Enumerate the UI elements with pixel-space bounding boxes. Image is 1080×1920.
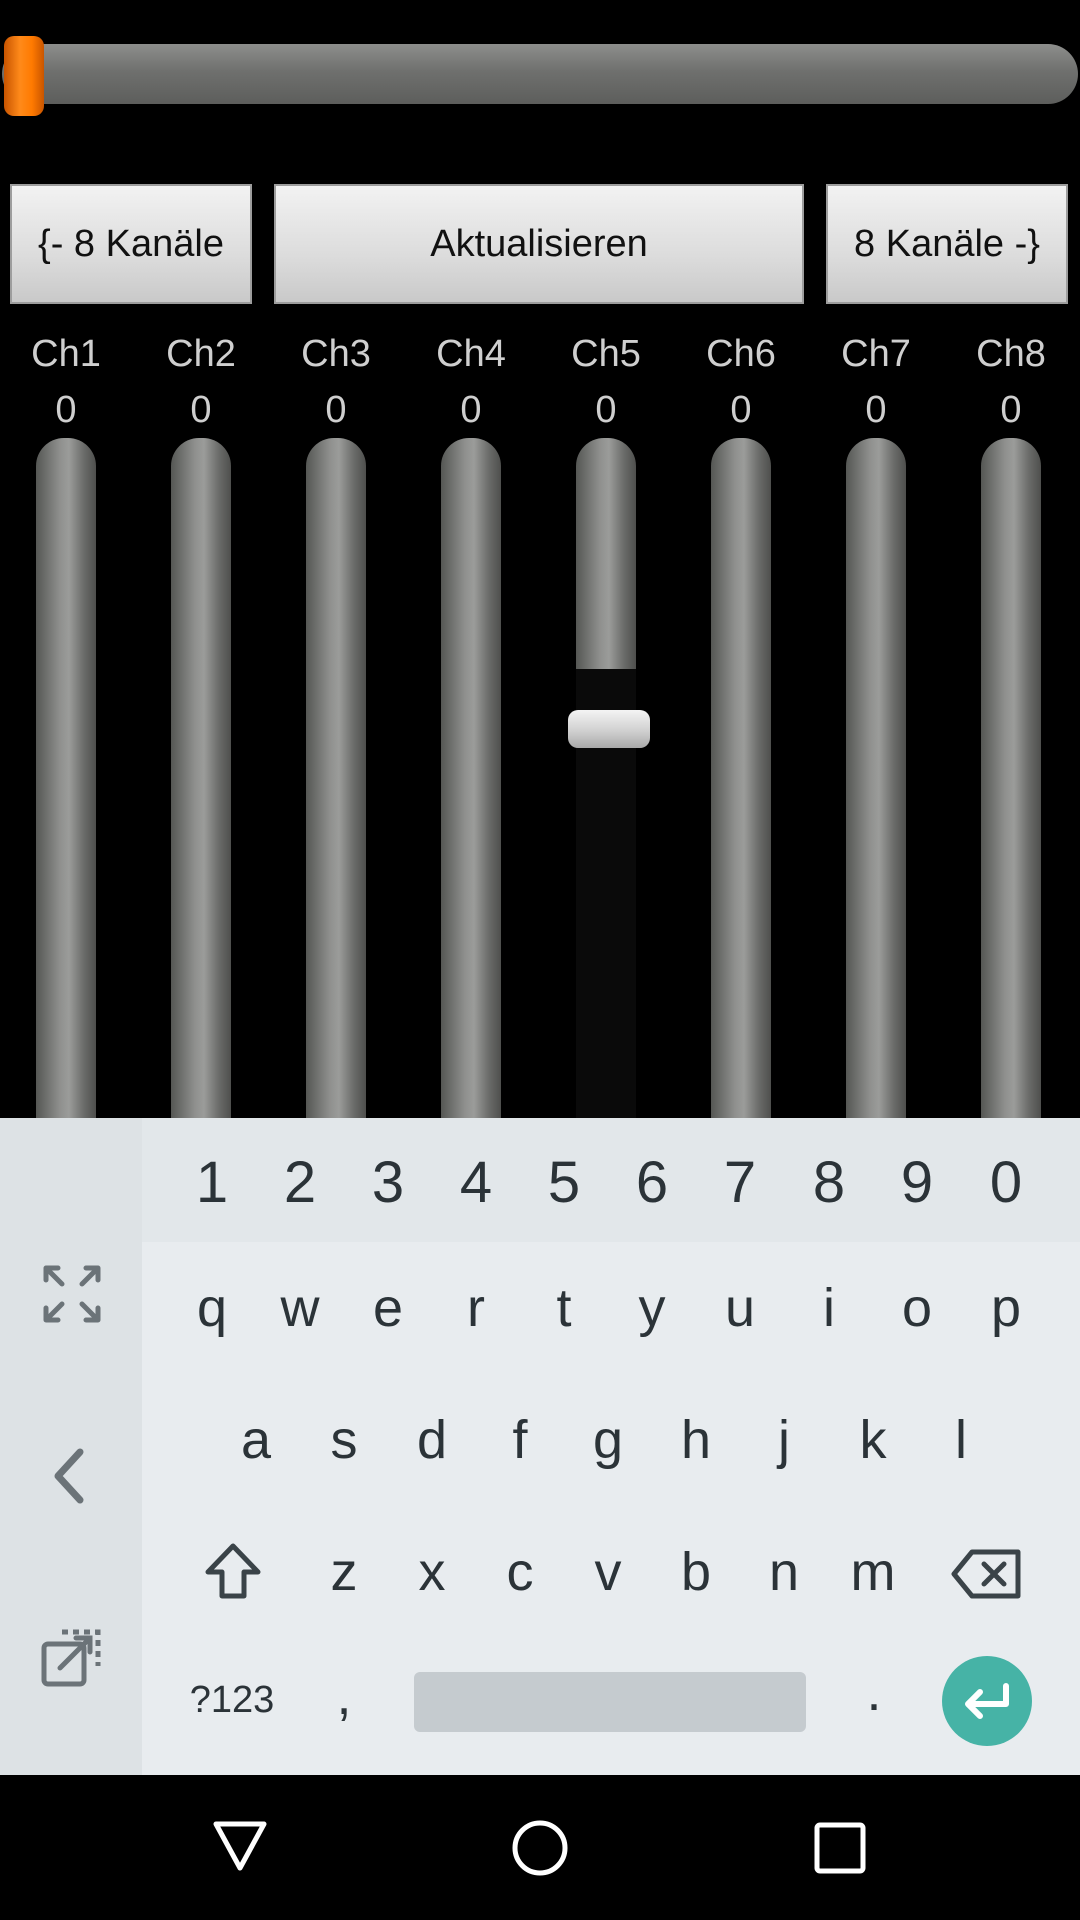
space-bar[interactable] bbox=[414, 1672, 806, 1732]
key-r[interactable]: r bbox=[436, 1268, 516, 1348]
channel-name: Ch4 bbox=[436, 333, 506, 375]
key-2[interactable]: 2 bbox=[260, 1143, 340, 1223]
key-m[interactable]: m bbox=[833, 1532, 913, 1612]
refresh-button[interactable]: Aktualisieren bbox=[274, 184, 804, 304]
channel-8: Ch8 0 bbox=[961, 326, 1061, 438]
key-c[interactable]: c bbox=[480, 1532, 560, 1612]
key-j[interactable]: j bbox=[744, 1400, 824, 1480]
key-i[interactable]: i bbox=[789, 1268, 869, 1348]
channel-4-slider[interactable] bbox=[441, 438, 501, 1118]
key-t[interactable]: t bbox=[524, 1268, 604, 1348]
channel-3: Ch3 0 bbox=[286, 326, 386, 438]
key-u[interactable]: u bbox=[700, 1268, 780, 1348]
channel-value: 0 bbox=[1000, 389, 1022, 431]
key-9[interactable]: 9 bbox=[877, 1143, 957, 1223]
channel-name: Ch2 bbox=[166, 333, 236, 375]
channel-value: 0 bbox=[55, 389, 77, 431]
enter-icon bbox=[965, 1683, 1009, 1719]
key-v[interactable]: v bbox=[568, 1532, 648, 1612]
channel-value: 0 bbox=[460, 389, 482, 431]
key-g[interactable]: g bbox=[568, 1400, 648, 1480]
key-n[interactable]: n bbox=[744, 1532, 824, 1612]
channel-2: Ch2 0 bbox=[151, 326, 251, 438]
key-h[interactable]: h bbox=[656, 1400, 736, 1480]
channel-1: Ch1 0 bbox=[16, 326, 116, 438]
key-b[interactable]: b bbox=[656, 1532, 736, 1612]
key-y[interactable]: y bbox=[612, 1268, 692, 1348]
channel-value: 0 bbox=[325, 389, 347, 431]
key-8[interactable]: 8 bbox=[789, 1143, 869, 1223]
channel-name: Ch3 bbox=[301, 333, 371, 375]
channel-5-slider[interactable] bbox=[576, 438, 636, 1118]
key-z[interactable]: z bbox=[304, 1532, 384, 1612]
chevron-left-icon[interactable] bbox=[40, 1444, 104, 1508]
channel-name: Ch8 bbox=[976, 333, 1046, 375]
key-e[interactable]: e bbox=[348, 1268, 428, 1348]
channel-5-slider-thumb[interactable] bbox=[568, 710, 650, 748]
shift-icon[interactable] bbox=[202, 1540, 264, 1602]
channel-name: Ch7 bbox=[841, 333, 911, 375]
channel-value: 0 bbox=[865, 389, 887, 431]
key-7[interactable]: 7 bbox=[700, 1143, 780, 1223]
key-q[interactable]: q bbox=[172, 1268, 252, 1348]
channel-1-slider[interactable] bbox=[36, 438, 96, 1118]
key-5[interactable]: 5 bbox=[524, 1143, 604, 1223]
recents-icon[interactable] bbox=[812, 1820, 868, 1876]
channel-6: Ch6 0 bbox=[691, 326, 791, 438]
key-f[interactable]: f bbox=[480, 1400, 560, 1480]
key-6[interactable]: 6 bbox=[612, 1143, 692, 1223]
home-icon[interactable] bbox=[510, 1818, 570, 1878]
key-1[interactable]: 1 bbox=[172, 1143, 252, 1223]
key-s[interactable]: s bbox=[304, 1400, 384, 1480]
channel-7-slider[interactable] bbox=[846, 438, 906, 1118]
period-key[interactable]: . bbox=[834, 1652, 914, 1732]
expand-icon[interactable] bbox=[40, 1262, 104, 1326]
key-a[interactable]: a bbox=[216, 1400, 296, 1480]
key-w[interactable]: w bbox=[260, 1268, 340, 1348]
key-k[interactable]: k bbox=[833, 1400, 913, 1480]
channel-5: Ch5 0 bbox=[556, 326, 656, 438]
key-o[interactable]: o bbox=[877, 1268, 957, 1348]
key-0[interactable]: 0 bbox=[966, 1143, 1046, 1223]
next-channels-button[interactable]: 8 Kanäle -} bbox=[826, 184, 1068, 304]
floating-keyboard-icon[interactable] bbox=[40, 1626, 104, 1690]
enter-button[interactable] bbox=[942, 1656, 1032, 1746]
key-p[interactable]: p bbox=[966, 1268, 1046, 1348]
key-x[interactable]: x bbox=[392, 1532, 472, 1612]
channel-2-slider[interactable] bbox=[171, 438, 231, 1118]
back-icon[interactable] bbox=[210, 1818, 270, 1874]
key-d[interactable]: d bbox=[392, 1400, 472, 1480]
symbols-key[interactable]: ?123 bbox=[182, 1660, 282, 1740]
key-l[interactable]: l bbox=[921, 1400, 1001, 1480]
prev-channels-button[interactable]: {- 8 Kanäle bbox=[10, 184, 252, 304]
channel-6-slider[interactable] bbox=[711, 438, 771, 1118]
channel-name: Ch6 bbox=[706, 333, 776, 375]
comma-key[interactable]: , bbox=[304, 1656, 384, 1736]
channel-value: 0 bbox=[730, 389, 752, 431]
master-slider-track[interactable] bbox=[2, 44, 1078, 104]
channel-name: Ch1 bbox=[31, 333, 101, 375]
channel-4: Ch4 0 bbox=[421, 326, 521, 438]
master-slider-thumb[interactable] bbox=[4, 36, 44, 116]
channel-value: 0 bbox=[190, 389, 212, 431]
channel-3-slider[interactable] bbox=[306, 438, 366, 1118]
channel-7: Ch7 0 bbox=[826, 326, 926, 438]
backspace-icon[interactable] bbox=[950, 1548, 1022, 1600]
channel-name: Ch5 bbox=[571, 333, 641, 375]
key-4[interactable]: 4 bbox=[436, 1143, 516, 1223]
channel-8-slider[interactable] bbox=[981, 438, 1041, 1118]
channel-value: 0 bbox=[595, 389, 617, 431]
key-3[interactable]: 3 bbox=[348, 1143, 428, 1223]
